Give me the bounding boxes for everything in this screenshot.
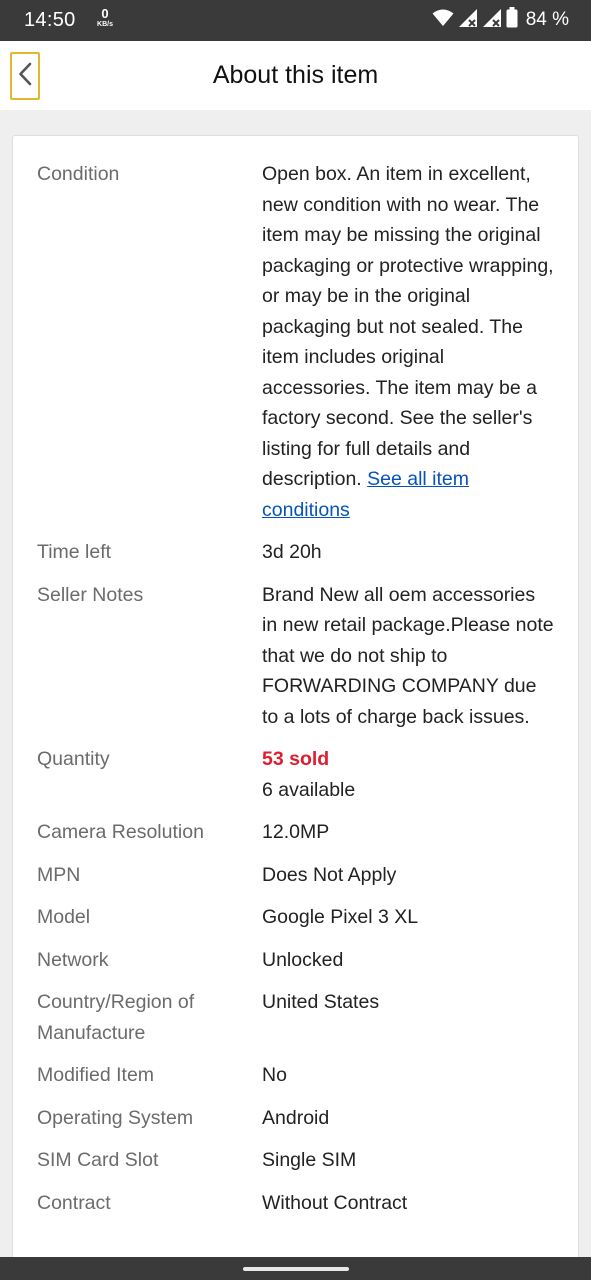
spec-row-quantity: Quantity 53 sold 6 available bbox=[13, 744, 578, 805]
app-bar: About this item bbox=[0, 41, 591, 110]
status-time: 14:50 bbox=[24, 9, 76, 31]
spec-value: 53 sold 6 available bbox=[262, 744, 554, 805]
spec-value: Google Pixel 3 XL bbox=[262, 906, 419, 928]
spec-value: Does Not Apply bbox=[262, 863, 397, 886]
spec-row-mpn: MPN Does Not Apply bbox=[13, 860, 578, 891]
network-speed-unit: KB/s bbox=[97, 21, 113, 28]
spec-row-modified-item: Modified Item No bbox=[13, 1060, 578, 1091]
spec-row-sim-card-slot: SIM Card Slot Single SIM bbox=[13, 1145, 578, 1176]
network-speed: 0 KB/s bbox=[94, 7, 116, 28]
status-bar: 14:50 0 KB/s 84 % bbox=[0, 0, 591, 41]
spec-value: Without Contract bbox=[262, 1191, 408, 1214]
spec-row-seller-notes: Seller Notes Brand New all oem accessori… bbox=[13, 580, 578, 733]
sold-count: 53 sold bbox=[262, 748, 330, 770]
spec-value: Open box. An item in excellent, new cond… bbox=[262, 159, 554, 525]
spec-row-model: Model Google Pixel 3 XL bbox=[13, 902, 578, 933]
spec-label: Model bbox=[37, 906, 91, 928]
spec-label: Time left bbox=[37, 541, 112, 563]
spec-row-operating-system: Operating System Android bbox=[13, 1103, 578, 1134]
available-count: 6 available bbox=[262, 778, 356, 801]
spec-label: Network bbox=[37, 948, 109, 971]
spec-row-camera-resolution: Camera Resolution 12.0MP bbox=[13, 817, 578, 848]
spec-row-contract: Contract Without Contract bbox=[13, 1188, 578, 1219]
spec-label: Seller Notes bbox=[37, 583, 144, 606]
signal-icon-secondary bbox=[482, 8, 502, 33]
signal-icon bbox=[458, 8, 478, 33]
spec-label: Operating System bbox=[37, 1106, 194, 1129]
condition-description: Open box. An item in excellent, new cond… bbox=[262, 163, 554, 490]
battery-percent: 84 % bbox=[525, 9, 569, 30]
spec-value: Brand New all oem accessories in new ret… bbox=[262, 583, 554, 728]
spec-label: Quantity bbox=[37, 748, 110, 770]
spec-value: United States bbox=[262, 991, 380, 1013]
spec-value: No bbox=[262, 1064, 287, 1086]
wifi-icon bbox=[432, 9, 454, 32]
spec-label: Condition bbox=[37, 163, 120, 185]
navigation-bar bbox=[0, 1257, 591, 1280]
spec-row-time-left: Time left 3d 20h bbox=[13, 537, 578, 568]
spec-label: Country/Region of Manufacture bbox=[37, 991, 195, 1044]
spec-label: SIM Card Slot bbox=[37, 1149, 159, 1171]
spec-value: 12.0MP bbox=[262, 821, 330, 843]
spec-value: Android bbox=[262, 1106, 330, 1129]
spec-value: Single SIM bbox=[262, 1149, 357, 1171]
battery-icon bbox=[506, 7, 518, 33]
home-gesture-handle[interactable] bbox=[243, 1267, 349, 1271]
spec-row-condition: Condition Open box. An item in excellent… bbox=[13, 159, 578, 525]
page-title: About this item bbox=[212, 61, 379, 89]
spec-label: Contract bbox=[37, 1191, 111, 1214]
spec-label: Camera Resolution bbox=[37, 821, 204, 843]
item-specifics-card: Condition Open box. An item in excellent… bbox=[12, 135, 579, 1270]
spec-label: MPN bbox=[37, 863, 81, 886]
spec-row-network: Network Unlocked bbox=[13, 945, 578, 976]
spec-row-country: Country/Region of Manufacture United Sta… bbox=[13, 987, 578, 1048]
spec-value: Unlocked bbox=[262, 948, 344, 971]
spec-label: Modified Item bbox=[37, 1064, 155, 1086]
spec-value: 3d 20h bbox=[262, 541, 322, 563]
network-speed-value: 0 bbox=[101, 6, 109, 21]
